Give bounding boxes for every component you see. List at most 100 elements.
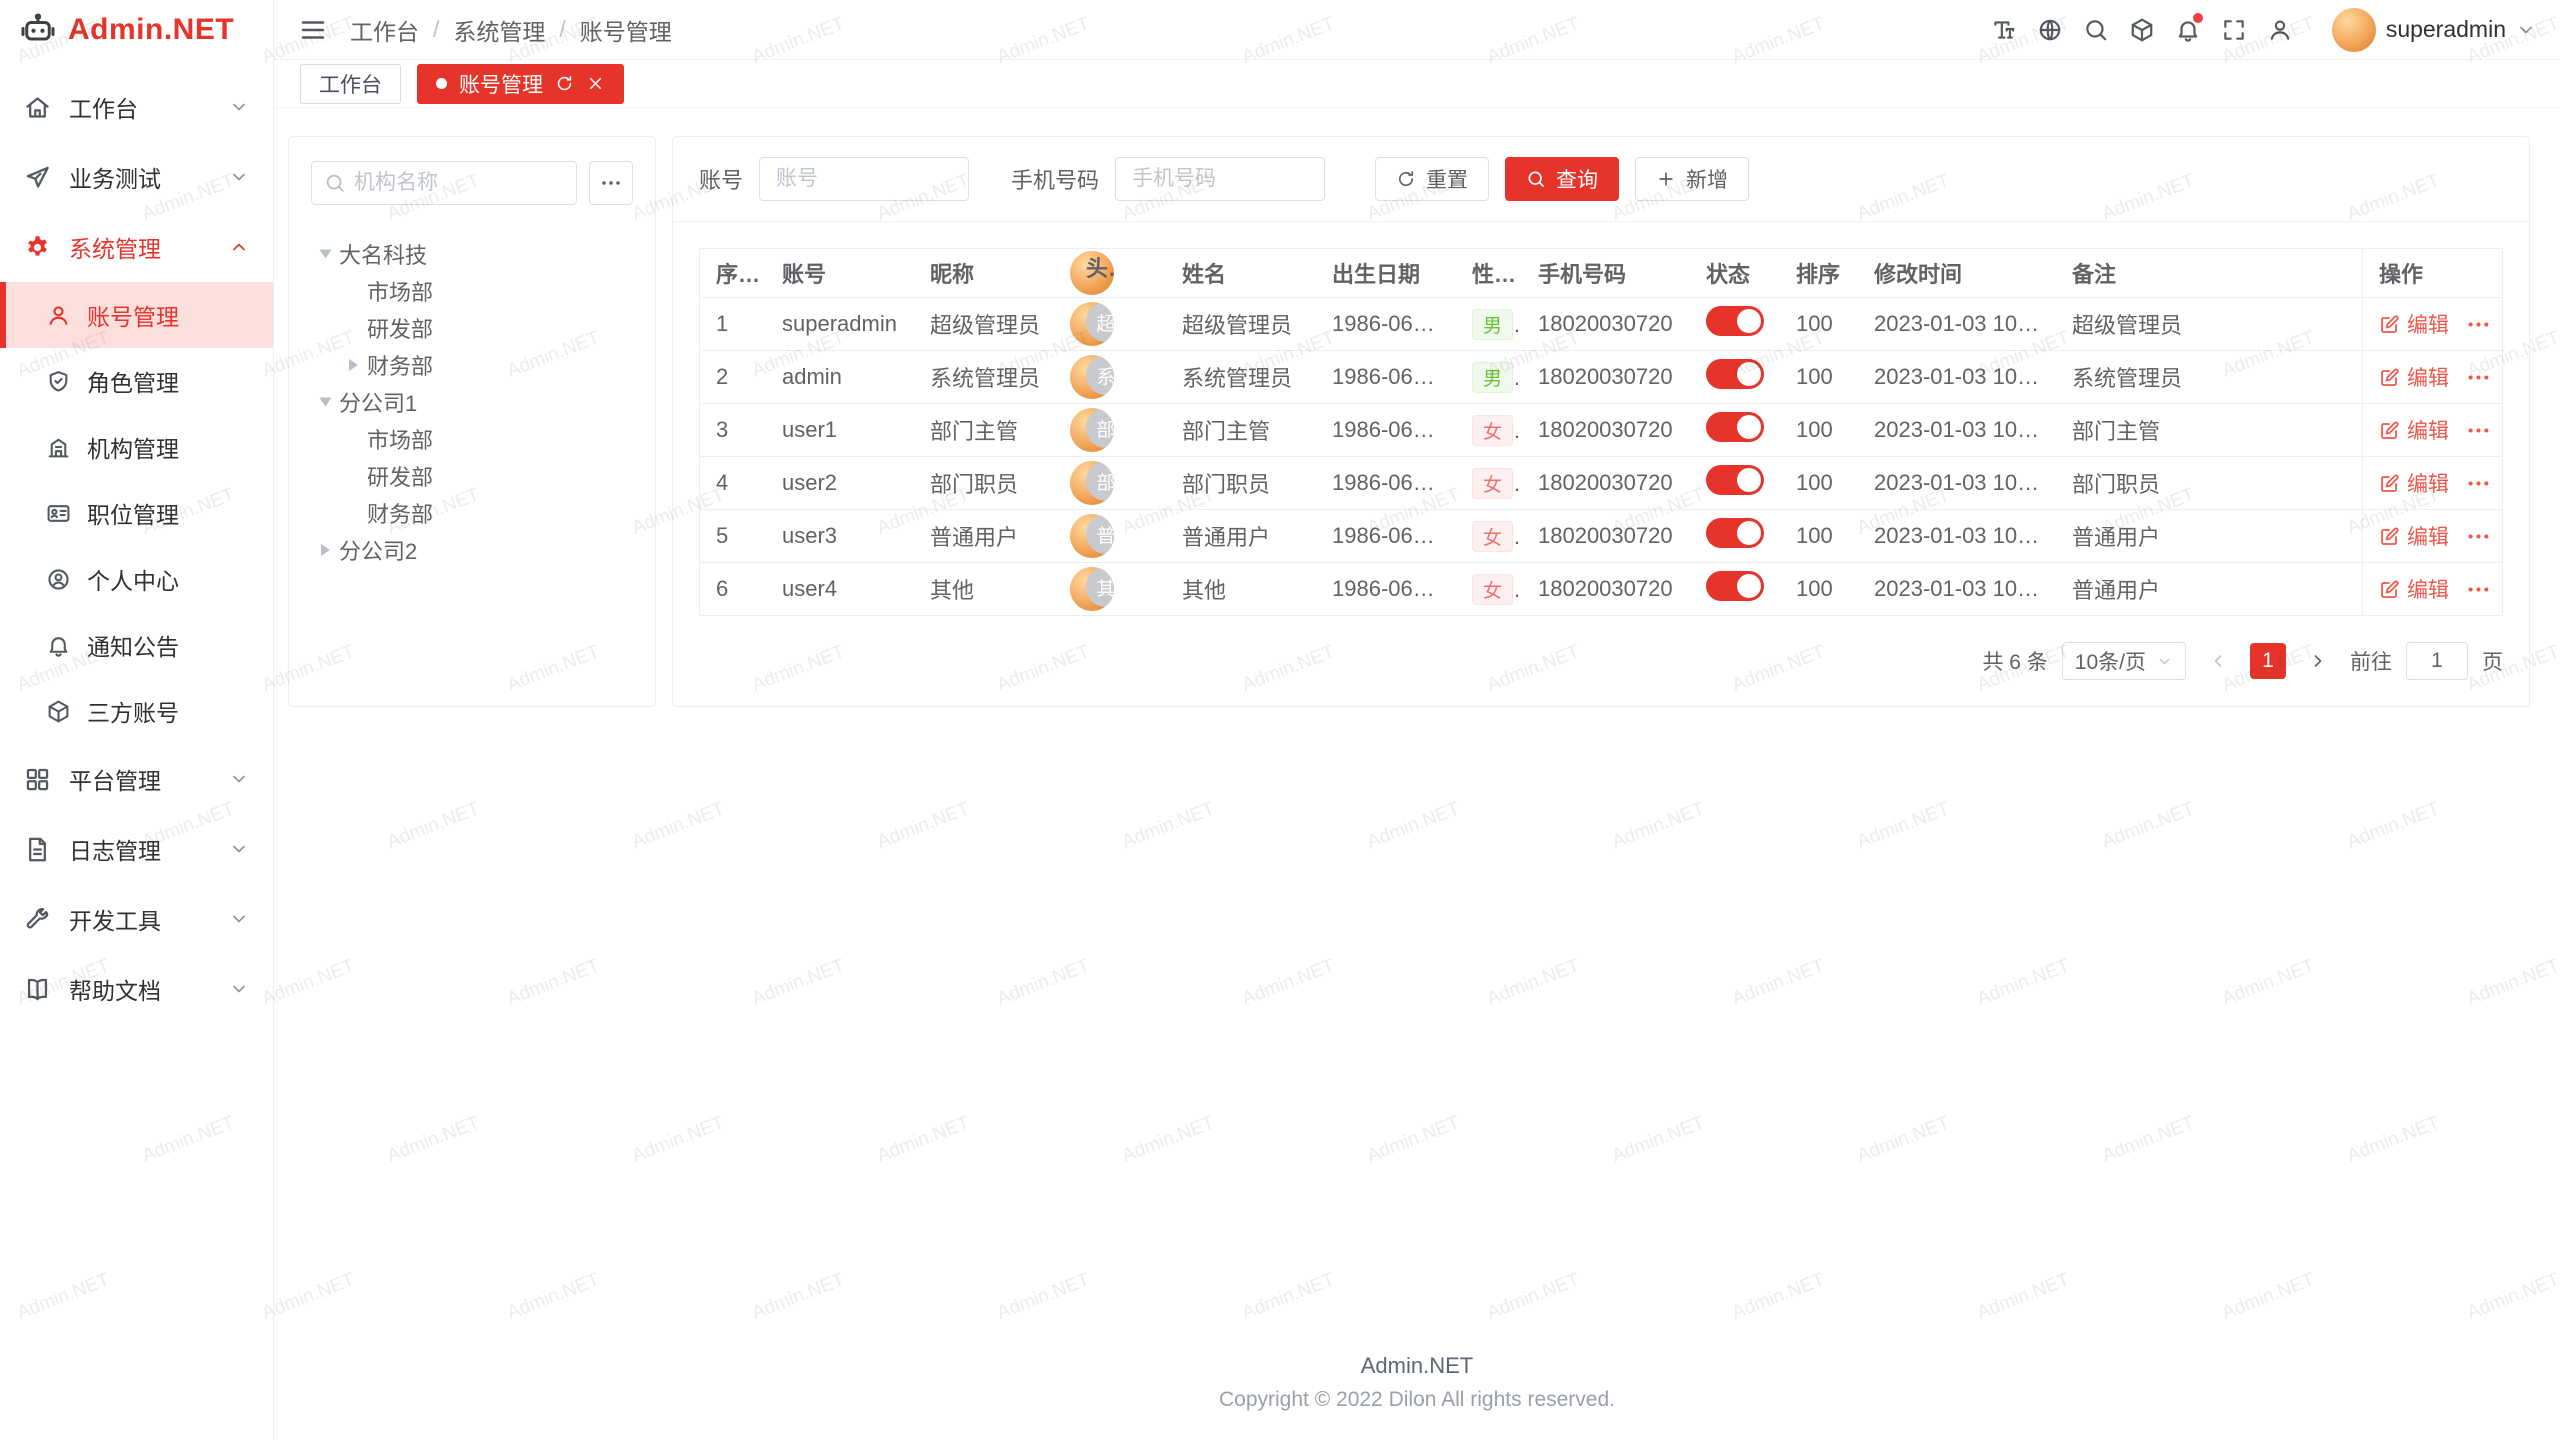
table-row: 4user2部门职员部部门职员1986-06-28女18020030720100… — [700, 456, 2502, 509]
sidebar-item-log-management[interactable]: 日志管理 — [0, 814, 273, 884]
close-icon[interactable] — [586, 74, 605, 93]
cell-modified-time: 2023-01-03 10:59:44 — [1858, 576, 2056, 602]
notification-icon[interactable] — [2166, 8, 2210, 52]
sidebar-item-position-management[interactable]: 职位管理 — [0, 480, 273, 546]
tree-node[interactable]: 分公司1 — [311, 383, 633, 420]
page-1-button[interactable]: 1 — [2250, 643, 2286, 679]
tree-more-button[interactable] — [589, 161, 633, 205]
sidebar-item-role-management[interactable]: 角色管理 — [0, 348, 273, 414]
account-input[interactable] — [759, 157, 969, 201]
account-label: 账号 — [699, 163, 743, 195]
username: superadmin — [2386, 16, 2506, 43]
phone-label: 手机号码 — [1011, 163, 1099, 195]
toggle-knob — [1737, 574, 1761, 598]
tab-workbench[interactable]: 工作台 — [300, 64, 401, 104]
tree-node[interactable]: 分公司2 — [311, 531, 633, 568]
layout-config-icon[interactable] — [2120, 8, 2164, 52]
cell-nickname: 部门职员 — [914, 467, 1070, 499]
sidebar-item-platform-management[interactable]: 平台管理 — [0, 744, 273, 814]
sidebar-item-account-management[interactable]: 账号管理 — [0, 282, 273, 348]
sidebar-item-notice-announcement[interactable]: 通知公告 — [0, 612, 273, 678]
cell-nickname: 其他 — [914, 573, 1070, 605]
status-toggle[interactable] — [1706, 412, 1764, 442]
status-toggle[interactable] — [1706, 306, 1764, 336]
cell-account: user2 — [766, 470, 914, 496]
next-page-button[interactable] — [2300, 643, 2336, 679]
row-more-icon[interactable] — [2465, 417, 2492, 444]
logo-text: Admin.NET — [68, 13, 234, 47]
sidebar-item-dev-tools[interactable]: 开发工具 — [0, 884, 273, 954]
profile-icon[interactable] — [2258, 8, 2302, 52]
tree-node[interactable]: 研发部 — [311, 309, 633, 346]
cell-sort: 100 — [1780, 417, 1858, 443]
sidebar-item-third-party-account[interactable]: 三方账号 — [0, 678, 273, 744]
cell-actions: 编辑 — [2362, 298, 2502, 350]
breadcrumb-item-workbench[interactable]: 工作台 — [350, 13, 419, 47]
breadcrumb-item-system[interactable]: 系统管理 — [453, 13, 545, 47]
status-toggle[interactable] — [1706, 571, 1764, 601]
sidebar-item-help-docs[interactable]: 帮助文档 — [0, 954, 273, 1024]
table-row: 1superadmin超级管理员超超级管理员1986-06-28男1802003… — [700, 297, 2502, 350]
cell-phone: 18020030720 — [1522, 523, 1690, 549]
sidebar-item-personal-center[interactable]: 个人中心 — [0, 546, 273, 612]
edit-button[interactable]: 编辑 — [2379, 574, 2449, 604]
tree-node[interactable]: 市场部 — [311, 420, 633, 457]
reset-button[interactable]: 重置 — [1375, 157, 1489, 201]
avatar — [2332, 8, 2376, 52]
row-more-icon[interactable] — [2465, 576, 2492, 603]
edit-button[interactable]: 编辑 — [2379, 362, 2449, 392]
tree-caret-down-icon[interactable] — [311, 240, 339, 268]
prev-page-button[interactable] — [2200, 643, 2236, 679]
search-icon[interactable] — [2074, 8, 2118, 52]
cell-birth-date: 1986-06-28 — [1316, 470, 1456, 496]
cell-phone: 18020030720 — [1522, 417, 1690, 443]
tree-node[interactable]: 财务部 — [311, 346, 633, 383]
org-search-input[interactable] — [354, 171, 564, 195]
tree-caret-right-icon[interactable] — [311, 536, 339, 564]
row-more-icon[interactable] — [2465, 364, 2492, 391]
row-more-icon[interactable] — [2465, 470, 2492, 497]
edit-button[interactable]: 编辑 — [2379, 309, 2449, 339]
cell-phone: 18020030720 — [1522, 470, 1690, 496]
cell-birth-date: 1986-06-28 — [1316, 576, 1456, 602]
sidebar-item-business-test[interactable]: 业务测试 — [0, 142, 273, 212]
status-toggle[interactable] — [1706, 518, 1764, 548]
search-button[interactable]: 查询 — [1505, 157, 1619, 201]
tree-caret-right-icon[interactable] — [339, 351, 367, 379]
row-more-icon[interactable] — [2465, 311, 2492, 338]
tree-node[interactable]: 市场部 — [311, 272, 633, 309]
edit-button[interactable]: 编辑 — [2379, 521, 2449, 551]
tree-node[interactable]: 研发部 — [311, 457, 633, 494]
cell-name: 超级管理员 — [1166, 308, 1316, 340]
status-toggle[interactable] — [1706, 359, 1764, 389]
usercircle-icon — [46, 567, 71, 592]
hamburger-menu-icon[interactable] — [298, 15, 328, 45]
cell-index: 2 — [700, 364, 766, 390]
language-icon[interactable] — [2028, 8, 2072, 52]
edit-button[interactable]: 编辑 — [2379, 468, 2449, 498]
sidebar-item-system-management[interactable]: 系统管理 — [0, 212, 273, 282]
table-row: 6user4其他其其他1986-06-28女180200307201002023… — [700, 562, 2502, 615]
search-icon — [1526, 169, 1546, 189]
cell-remark: 系统管理员 — [2056, 361, 2362, 393]
add-button[interactable]: 新增 — [1635, 157, 1749, 201]
edit-button[interactable]: 编辑 — [2379, 415, 2449, 445]
phone-input[interactable] — [1115, 157, 1325, 201]
chevron-down-icon — [229, 839, 249, 859]
tree-node[interactable]: 大名科技 — [311, 235, 633, 272]
tab-account-management[interactable]: 账号管理 — [417, 64, 624, 104]
tree-node[interactable]: 财务部 — [311, 494, 633, 531]
tree-caret-down-icon[interactable] — [311, 388, 339, 416]
page-size-select[interactable]: 10条/页 — [2062, 642, 2186, 680]
user-menu[interactable]: superadmin — [2332, 8, 2536, 52]
refresh-icon[interactable] — [555, 74, 574, 93]
goto-page-input[interactable] — [2406, 642, 2468, 680]
row-more-icon[interactable] — [2465, 523, 2492, 550]
sidebar-item-org-management[interactable]: 机构管理 — [0, 414, 273, 480]
status-toggle[interactable] — [1706, 465, 1764, 495]
fullscreen-icon[interactable] — [2212, 8, 2256, 52]
font-size-icon[interactable] — [1982, 8, 2026, 52]
app-logo[interactable]: Admin.NET — [0, 0, 273, 60]
sidebar-item-workbench[interactable]: 工作台 — [0, 72, 273, 142]
org-search-row — [311, 161, 633, 205]
